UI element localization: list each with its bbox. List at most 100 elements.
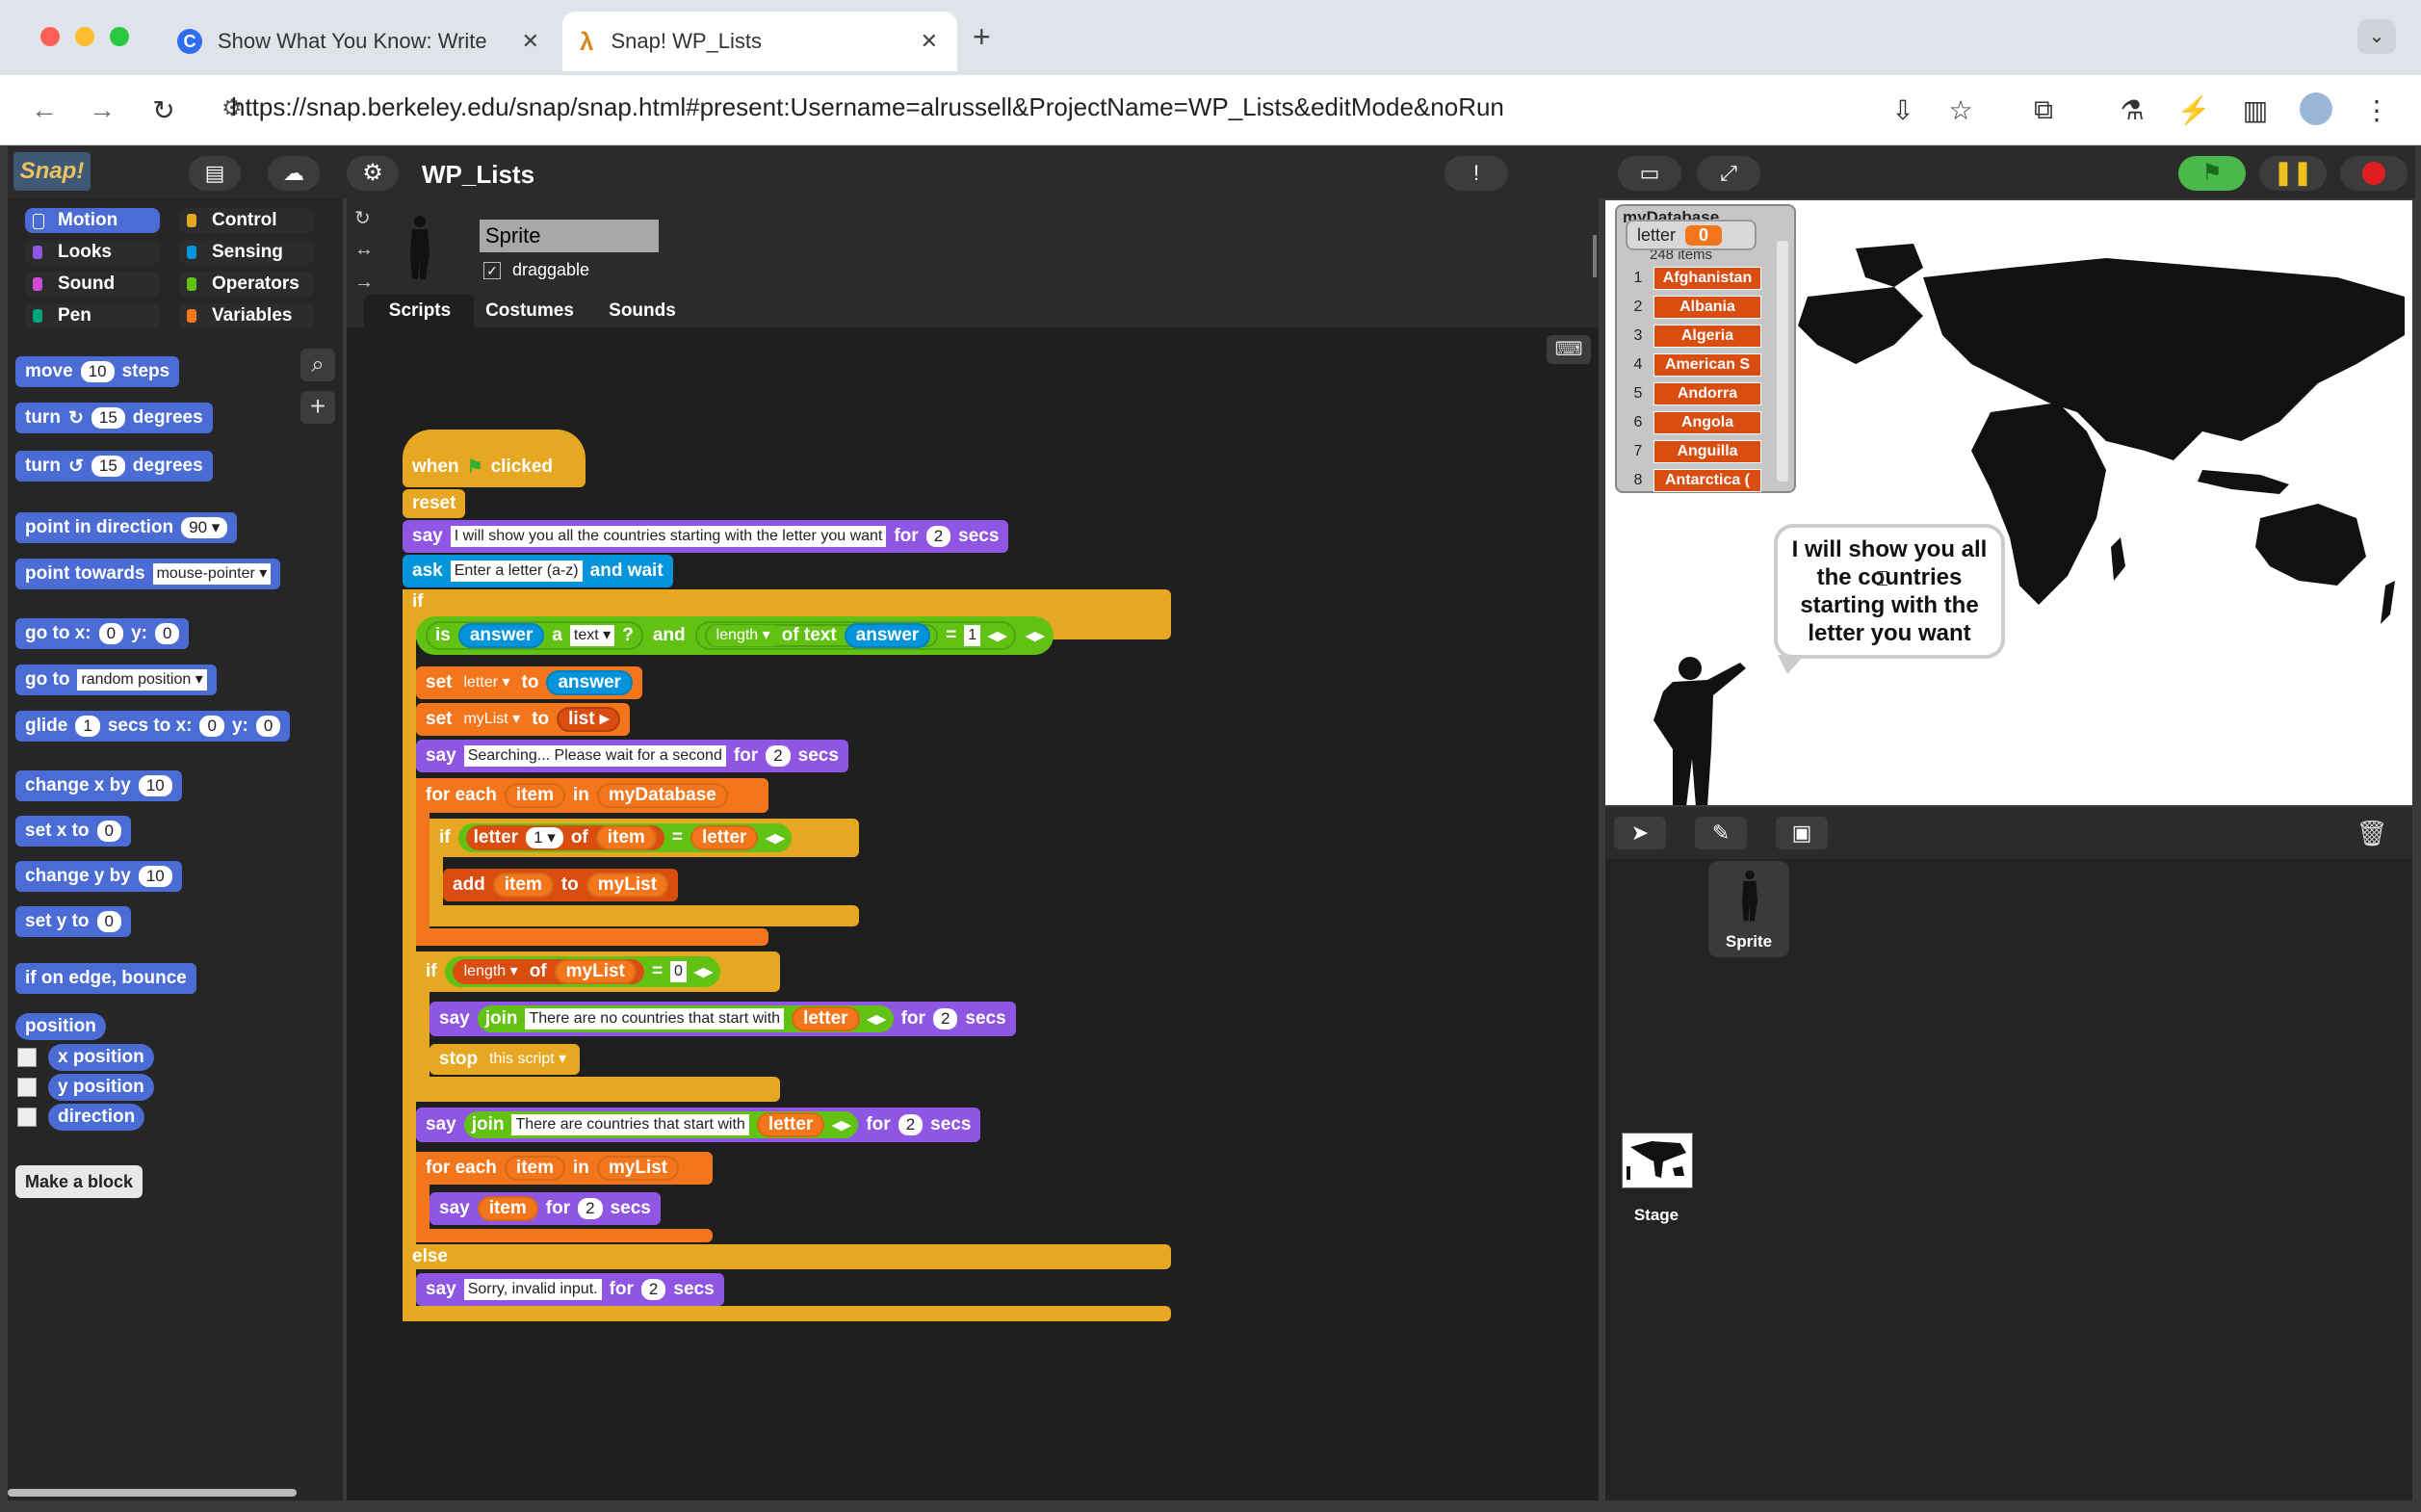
browser-tab-active[interactable]: λ Snap! WP_Lists ✕ xyxy=(562,12,957,71)
tab-costumes[interactable]: Costumes xyxy=(474,295,586,327)
for-each-database-block[interactable]: for each item in myDatabase xyxy=(416,778,738,813)
side-panel-icon[interactable]: ▥ xyxy=(2238,94,2273,126)
category-sound[interactable]: Sound xyxy=(25,272,160,297)
palette-reporter-y-position[interactable]: y position xyxy=(48,1074,154,1101)
close-tab-icon[interactable]: ✕ xyxy=(921,29,938,54)
direction-checkbox[interactable] xyxy=(17,1108,37,1127)
say-item-block[interactable]: say item for 2 secs xyxy=(430,1192,661,1225)
maximize-window-button[interactable] xyxy=(110,27,129,46)
minimize-window-button[interactable] xyxy=(75,27,94,46)
forward-icon[interactable]: → xyxy=(85,94,119,125)
tab-sounds[interactable]: Sounds xyxy=(589,295,695,327)
rotation-flip-icon[interactable]: ↔ xyxy=(354,239,374,261)
category-motion[interactable]: Motion xyxy=(25,208,160,233)
labs-icon[interactable]: ⚗ xyxy=(2115,94,2149,126)
when-flag-clicked-block[interactable]: when ⚑ clicked xyxy=(403,430,586,487)
y-position-checkbox[interactable] xyxy=(17,1078,37,1097)
green-flag-icon[interactable]: ⚑ xyxy=(2178,156,2246,191)
category-operators[interactable]: Operators xyxy=(179,272,314,297)
stop-script-block[interactable]: stop this script ▾ xyxy=(430,1044,581,1075)
for-each-mylist-block[interactable]: for each item in myList xyxy=(416,1152,689,1185)
bookmark-star-icon[interactable]: ☆ xyxy=(1943,94,1978,126)
corral-sprite[interactable]: Sprite xyxy=(1708,861,1789,957)
close-tab-icon[interactable]: ✕ xyxy=(522,29,539,54)
category-control[interactable]: Control xyxy=(179,208,314,233)
say-sorry-block[interactable]: say Sorry, invalid input. for 2 secs xyxy=(416,1273,724,1306)
palette-block-go-to[interactable]: go to random position ▾ xyxy=(15,665,217,695)
tab-search-icon[interactable]: ⌄ xyxy=(2357,19,2396,54)
palette-block-turn-ccw[interactable]: turn ↺ 15 degrees xyxy=(15,451,213,482)
menu-icon[interactable]: ⋮ xyxy=(2359,94,2394,126)
pane-divider[interactable] xyxy=(1593,235,1597,277)
reload-icon[interactable]: ↻ xyxy=(146,94,181,126)
rotation-none-icon[interactable]: → xyxy=(354,272,374,294)
list-scrollbar[interactable] xyxy=(1777,241,1788,482)
new-tab-icon[interactable]: + xyxy=(973,19,991,55)
file-menu-icon[interactable]: ▤ xyxy=(189,156,241,191)
snap-logo[interactable]: Snap! xyxy=(13,152,91,191)
say-searching-block[interactable]: say Searching... Please wait for a second… xyxy=(416,740,848,772)
and-condition[interactable]: is answer a text ▾? and length ▾ of text answ… xyxy=(416,616,1054,655)
camera-icon[interactable]: ▣ xyxy=(1776,817,1828,849)
palette-block-set-x[interactable]: set x to 0 xyxy=(15,816,131,847)
palette-block-glide[interactable]: glide 1 secs to x: 0 y: 0 xyxy=(15,711,291,742)
add-item-block[interactable]: add item to myList xyxy=(443,869,679,901)
browser-tab-inactive[interactable]: C Show What You Know: Write ✕ xyxy=(164,12,559,71)
palette-block-point-towards[interactable]: point towards mouse-pointer ▾ xyxy=(15,559,281,589)
trash-icon[interactable]: 🗑 xyxy=(2346,817,2398,849)
close-window-button[interactable] xyxy=(40,27,60,46)
set-mylist-block[interactable]: set myList ▾ to list ▸ xyxy=(416,703,631,736)
turtle-sprite-icon[interactable]: ➤ xyxy=(1614,817,1666,849)
add-block-icon[interactable]: + xyxy=(300,391,335,424)
profile-avatar[interactable] xyxy=(2300,92,2332,125)
category-looks[interactable]: Looks xyxy=(25,240,160,265)
install-icon[interactable]: ⇩ xyxy=(1886,94,1920,126)
category-variables[interactable]: Variables xyxy=(179,303,314,328)
paint-brush-icon[interactable]: ✎ xyxy=(1695,817,1747,849)
palette-block-set-y[interactable]: set y to 0 xyxy=(15,906,131,937)
back-icon[interactable]: ← xyxy=(27,94,62,125)
rotation-free-icon[interactable]: ↻ xyxy=(354,206,371,230)
palette-reporter-direction[interactable]: direction xyxy=(48,1104,145,1131)
set-letter-block[interactable]: set letter ▾ to answer xyxy=(416,666,642,699)
corral-stage[interactable] xyxy=(1622,1133,1693,1188)
palette-reporter-x-position[interactable]: x position xyxy=(48,1044,154,1071)
settings-gear-icon[interactable]: ⚙ xyxy=(347,156,399,191)
draggable-checkbox[interactable]: ✓ xyxy=(483,262,501,279)
say-no-countries-block[interactable]: say join There are no countries that start… xyxy=(430,1002,1016,1036)
x-position-checkbox[interactable] xyxy=(17,1048,37,1067)
if-list-empty-block[interactable]: if length ▾ of myList = 0 ◂▸ xyxy=(416,953,730,990)
palette-block-point-in-direction[interactable]: point in direction 90 ▾ xyxy=(15,512,238,543)
palette-block-change-y[interactable]: change y by 10 xyxy=(15,861,182,892)
sprite-silhouette[interactable] xyxy=(1644,653,1759,805)
letter-watcher[interactable]: letter 0 xyxy=(1626,220,1757,250)
if-letter-match-block[interactable]: if letter 1 ▾ of item = letter ◂▸ xyxy=(430,821,801,855)
palette-block-turn-cw[interactable]: turn ↻ 15 degrees xyxy=(15,403,213,433)
performance-icon[interactable]: ⚡ xyxy=(2176,94,2211,126)
palette-block-go-to-xy[interactable]: go to x: 0 y: 0 xyxy=(15,618,190,649)
palette-block-move[interactable]: move 10 steps xyxy=(15,356,180,387)
fullscreen-icon[interactable]: ⤢ xyxy=(1697,156,1760,191)
palette-scrollbar[interactable] xyxy=(8,1489,297,1497)
cloud-menu-icon[interactable]: ☁ xyxy=(268,156,320,191)
category-pen[interactable]: Pen xyxy=(25,303,160,328)
sprite-name-field[interactable] xyxy=(480,220,659,252)
reset-block[interactable]: reset xyxy=(403,489,466,518)
pause-icon[interactable]: ❚❚ xyxy=(2259,156,2327,191)
stage-size-icon[interactable]: ▭ xyxy=(1618,156,1681,191)
palette-reporter-position[interactable]: position xyxy=(15,1013,106,1040)
palette-block-bounce[interactable]: if on edge, bounce xyxy=(15,963,196,994)
say-intro-block[interactable]: say I will show you all the countries sta… xyxy=(403,520,1009,553)
palette-block-change-x[interactable]: change x by 10 xyxy=(15,770,182,801)
search-blocks-icon[interactable]: ⌕ xyxy=(300,349,335,381)
say-are-countries-block[interactable]: say join There are countries that start wi… xyxy=(416,1108,981,1142)
keyboard-entry-icon[interactable]: ⌨ xyxy=(1547,335,1591,364)
ask-block[interactable]: ask Enter a letter (a-z) and wait xyxy=(403,555,673,587)
category-sensing[interactable]: Sensing xyxy=(179,240,314,265)
stop-button[interactable] xyxy=(2340,156,2408,191)
tab-scripts[interactable]: Scripts xyxy=(364,295,476,327)
address-bar[interactable]: https://snap.berkeley.edu/snap/snap.html… xyxy=(231,92,1504,122)
make-a-block-button[interactable]: Make a block xyxy=(15,1165,143,1198)
extensions-icon[interactable]: ⧉ xyxy=(2026,94,2061,126)
unused-blocks-icon[interactable]: ! xyxy=(1445,156,1508,191)
